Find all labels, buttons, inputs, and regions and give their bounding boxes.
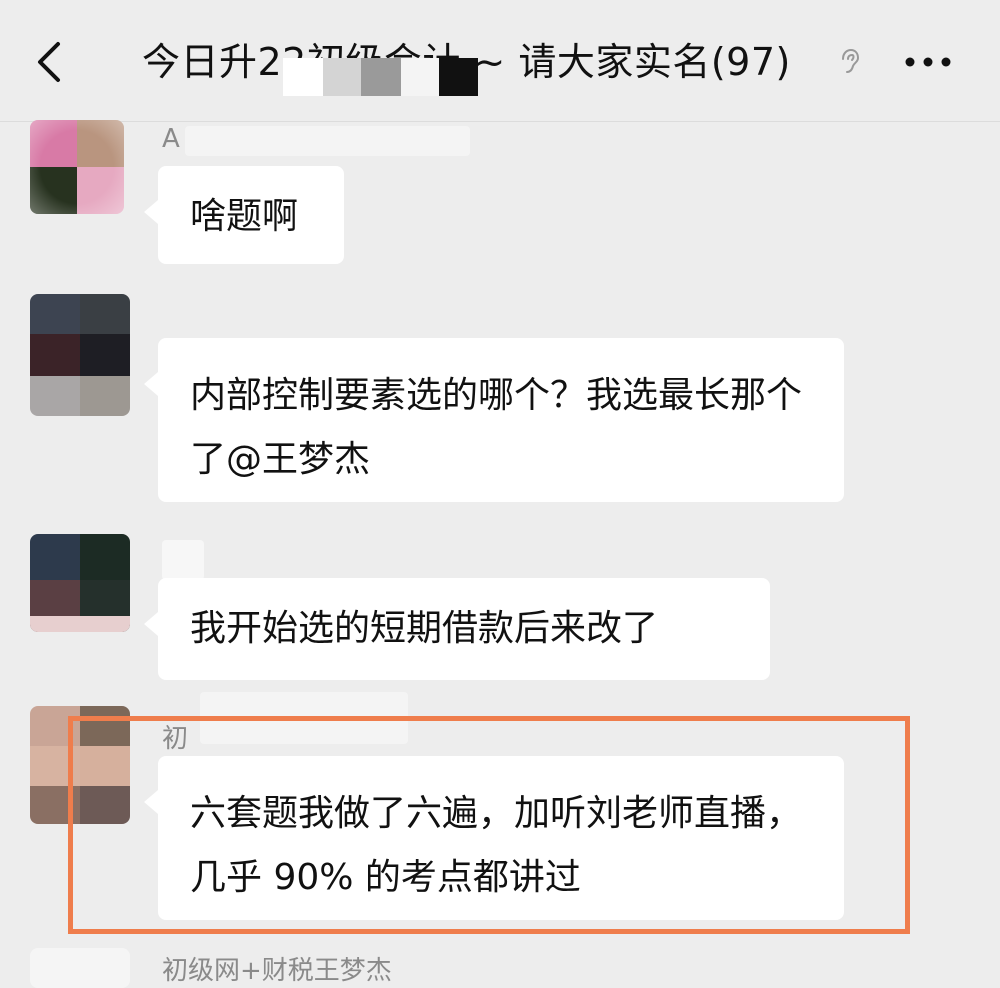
message-bubble[interactable]: 内部控制要素选的哪个？我选最长那个了@王梦杰 (144, 338, 844, 502)
message-bubble[interactable]: 我开始选的短期借款后来改了 (144, 578, 770, 680)
avatar[interactable] (30, 120, 124, 214)
message-text: 啥题啊 (190, 196, 299, 237)
chat-header: 今日升22初级会计 ~ 请大家实名(97) (0, 0, 1000, 122)
header-divider (0, 121, 1000, 122)
avatar[interactable] (30, 294, 130, 416)
chevron-left-icon[interactable] (28, 38, 76, 86)
sender-redaction (185, 126, 470, 156)
message-text: 内部控制要素选的哪个？我选最长那个了@王梦杰 (190, 375, 803, 480)
message-text: 我开始选的短期借款后来改了 (190, 608, 659, 649)
title-redaction (283, 58, 478, 96)
ear-icon (842, 48, 860, 73)
sender-name: A (162, 124, 180, 154)
more-dots-icon[interactable] (900, 50, 956, 74)
message-bubble[interactable]: 啥题啊 (144, 166, 344, 264)
sender-name: 初级网+财税王梦杰 (162, 956, 392, 986)
avatar[interactable] (30, 948, 130, 988)
sender-redaction (162, 540, 204, 580)
highlight-frame (68, 716, 910, 934)
avatar[interactable] (30, 534, 130, 632)
